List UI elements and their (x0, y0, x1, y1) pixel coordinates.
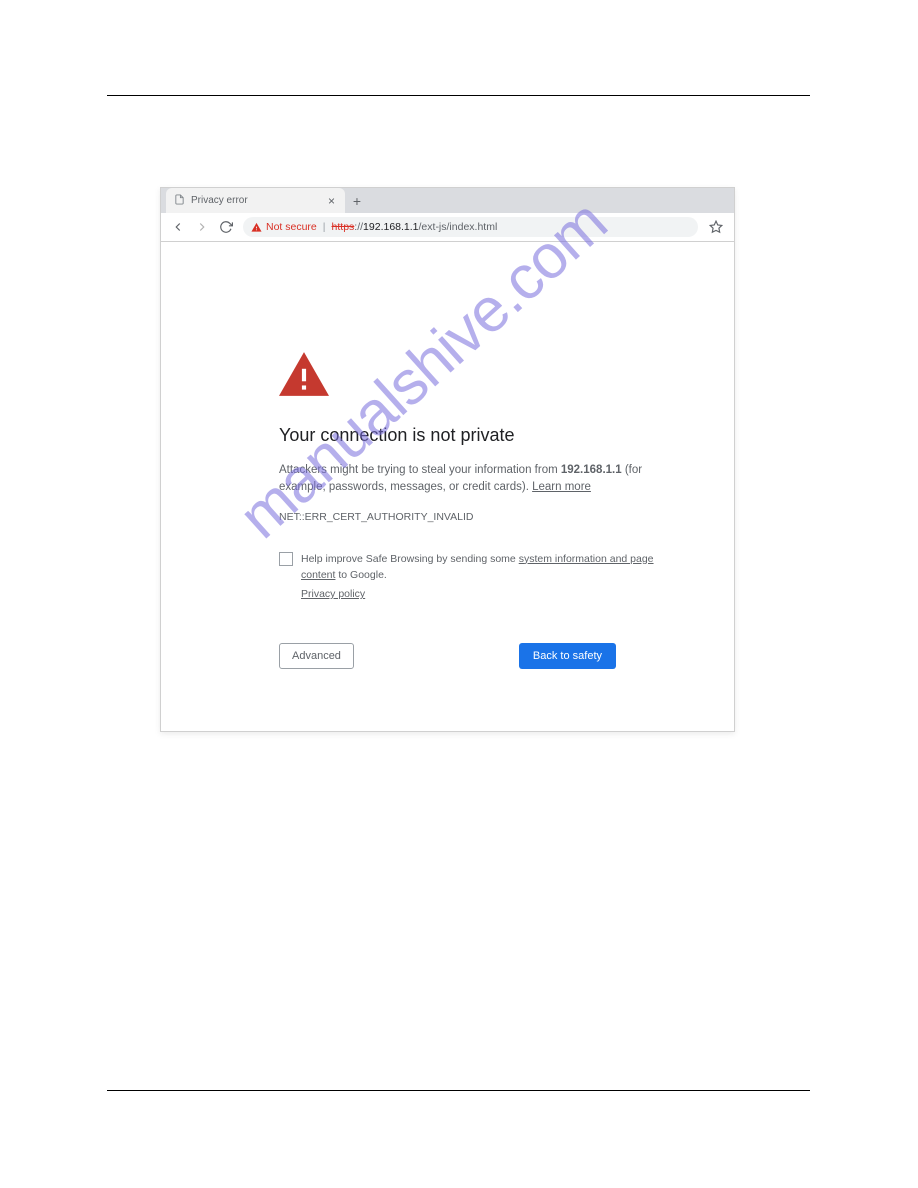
reload-button[interactable] (215, 216, 237, 238)
error-content: Your connection is not private Attackers… (161, 242, 734, 669)
page-icon (174, 194, 185, 207)
page-top-rule (107, 95, 810, 96)
error-heading: Your connection is not private (279, 425, 664, 446)
toolbar: Not secure | https://192.168.1.1/ext-js/… (161, 213, 734, 242)
address-bar[interactable]: Not secure | https://192.168.1.1/ext-js/… (243, 217, 698, 237)
url-scheme-tail: :// (354, 221, 363, 233)
bookmark-star-icon[interactable] (704, 220, 728, 234)
error-body-prefix: Attackers might be trying to steal your … (279, 464, 561, 476)
learn-more-link[interactable]: Learn more (532, 481, 591, 493)
error-body: Attackers might be trying to steal your … (279, 462, 664, 497)
url-host: 192.168.1.1 (363, 221, 418, 233)
tab-strip: Privacy error × + (161, 188, 734, 213)
error-code: NET::ERR_CERT_AUTHORITY_INVALID (279, 511, 664, 523)
not-secure-label: Not secure (266, 221, 317, 233)
page-bottom-rule (107, 1090, 810, 1091)
safe-browsing-row: Help improve Safe Browsing by sending so… (279, 551, 664, 603)
checkbox-text-suffix: to Google. (335, 569, 386, 581)
url-text: https://192.168.1.1/ext-js/index.html (332, 221, 498, 233)
privacy-policy-link[interactable]: Privacy policy (301, 586, 664, 603)
safe-browsing-text: Help improve Safe Browsing by sending so… (301, 551, 664, 603)
advanced-button[interactable]: Advanced (279, 643, 354, 669)
not-secure-chip: Not secure (251, 221, 317, 233)
url-path: /ext-js/index.html (419, 221, 498, 233)
error-host: 192.168.1.1 (561, 464, 622, 476)
big-warning-triangle-icon (279, 352, 664, 401)
back-to-safety-button[interactable]: Back to safety (519, 643, 616, 669)
warning-triangle-icon (251, 222, 262, 233)
browser-tab[interactable]: Privacy error × (166, 188, 345, 213)
browser-window: Privacy error × + Not secure | https://1… (160, 187, 735, 732)
safe-browsing-checkbox[interactable] (279, 552, 293, 566)
url-scheme-struck: https (332, 221, 355, 233)
address-separator: | (323, 221, 326, 233)
new-tab-button[interactable]: + (345, 189, 369, 213)
button-row: Advanced Back to safety (279, 643, 616, 669)
close-tab-icon[interactable]: × (326, 194, 337, 208)
tab-title: Privacy error (191, 195, 326, 206)
forward-button[interactable] (191, 216, 213, 238)
checkbox-text-prefix: Help improve Safe Browsing by sending so… (301, 553, 519, 565)
back-button[interactable] (167, 216, 189, 238)
